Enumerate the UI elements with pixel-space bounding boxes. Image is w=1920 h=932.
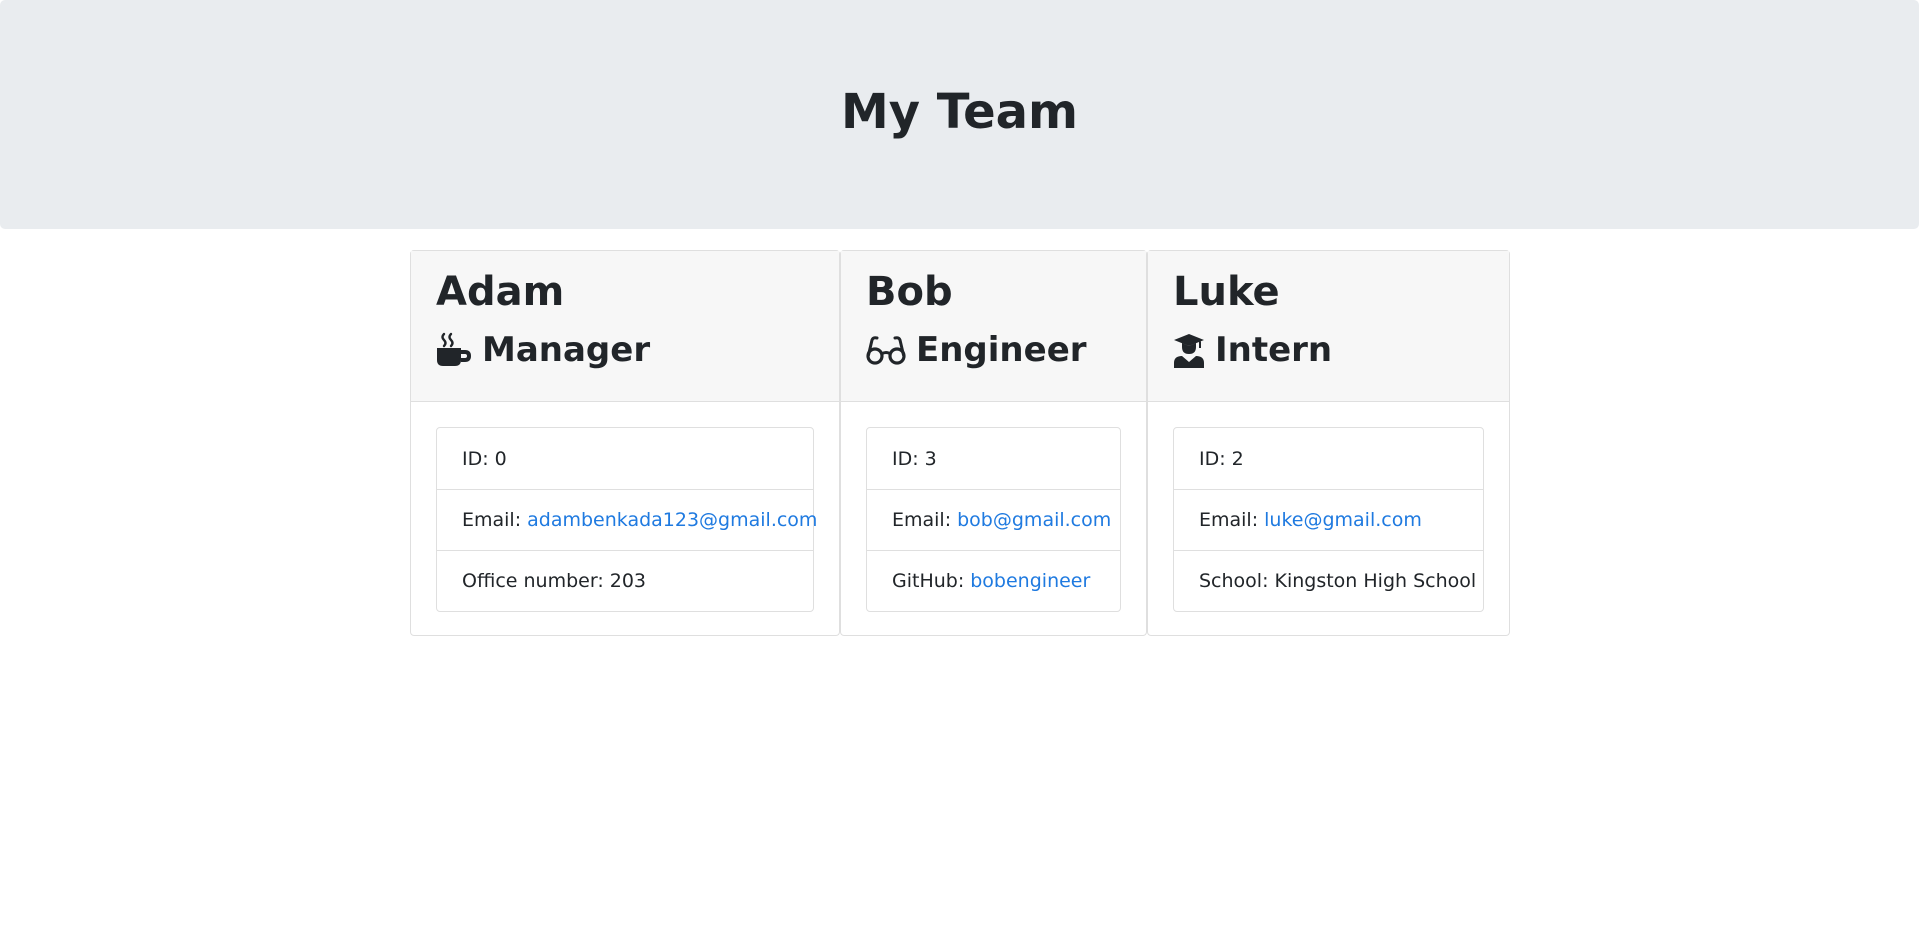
id-value: 3 (924, 447, 937, 470)
github-link[interactable]: bobengineer (970, 570, 1090, 592)
card-header: Adam Manager (411, 251, 839, 402)
team-cards: Adam Manager ID: 0 Email: adambenkada123… (410, 250, 1510, 636)
member-details: ID: 0 Email: adambenkada123@gmail.com Of… (436, 427, 817, 612)
github-label: GitHub: (892, 570, 965, 592)
school-label: School: (1199, 570, 1269, 592)
member-details: ID: 2 Email: luke@gmail.com School: King… (1173, 427, 1484, 612)
detail-school: School: Kingston High School (1174, 550, 1483, 611)
email-label: Email: (892, 509, 952, 531)
detail-email: Email: bob@gmail.com (867, 489, 1120, 550)
detail-id: ID: 3 (867, 428, 1120, 489)
office-number-label: Office number: (462, 570, 604, 592)
detail-id: ID: 2 (1174, 428, 1483, 489)
member-role-label: Intern (1215, 330, 1333, 370)
id-value: 0 (494, 447, 507, 470)
member-name: Adam (436, 269, 565, 315)
member-name: Bob (866, 269, 953, 315)
graduate-icon (1173, 332, 1205, 368)
email-link[interactable]: adambenkada123@gmail.com (527, 509, 817, 531)
school-value: Kingston High School (1274, 570, 1477, 592)
id-value: 2 (1231, 447, 1244, 470)
card-body: ID: 0 Email: adambenkada123@gmail.com Of… (411, 402, 839, 612)
email-link[interactable]: bob@gmail.com (957, 509, 1111, 531)
id-label: ID: (462, 447, 489, 470)
member-details: ID: 3 Email: bob@gmail.com GitHub: boben… (866, 427, 1121, 612)
detail-email: Email: luke@gmail.com (1174, 489, 1483, 550)
member-card-engineer: Bob Engineer ID: 3 Email: bob@gmail.com … (840, 250, 1147, 636)
member-role: Manager (436, 325, 814, 375)
email-label: Email: (462, 509, 522, 531)
office-number-value: 203 (609, 570, 646, 592)
glasses-icon (866, 332, 906, 368)
card-body: ID: 3 Email: bob@gmail.com GitHub: boben… (841, 402, 1146, 612)
member-card-manager: Adam Manager ID: 0 Email: adambenkada123… (410, 250, 840, 636)
member-name: Luke (1173, 269, 1280, 315)
card-header: Luke Intern (1148, 251, 1509, 402)
detail-email: Email: adambenkada123@gmail.com (437, 489, 817, 550)
member-role-label: Manager (482, 330, 651, 370)
email-link[interactable]: luke@gmail.com (1264, 509, 1422, 531)
card-header: Bob Engineer (841, 251, 1146, 402)
email-label: Email: (1199, 509, 1259, 531)
page-title: My Team (840, 83, 1079, 140)
member-role: Engineer (866, 325, 1121, 375)
page-header: My Team (0, 0, 1919, 229)
id-label: ID: (892, 447, 919, 470)
member-role: Intern (1173, 325, 1484, 375)
id-label: ID: (1199, 447, 1226, 470)
member-card-intern: Luke Intern ID: 2 Email: luke@gmail.com … (1147, 250, 1510, 636)
coffee-icon (436, 332, 472, 368)
member-role-label: Engineer (916, 330, 1087, 370)
card-body: ID: 2 Email: luke@gmail.com School: King… (1148, 402, 1509, 612)
detail-github: GitHub: bobengineer (867, 550, 1120, 611)
detail-office-number: Office number: 203 (437, 550, 813, 611)
detail-id: ID: 0 (437, 428, 813, 489)
